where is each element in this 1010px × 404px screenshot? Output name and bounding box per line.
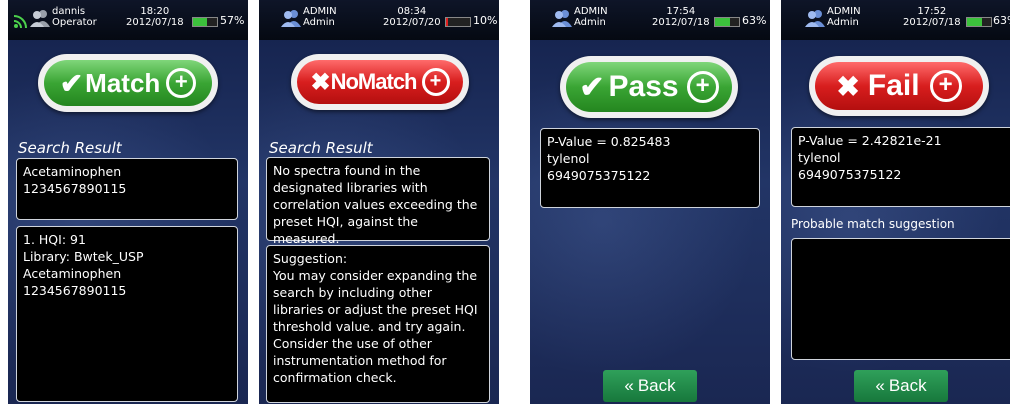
result-label: NoMatch (330, 69, 418, 94)
cross-icon: ✖ (310, 68, 331, 96)
user-icon (805, 10, 825, 27)
user-info: dannis Operator (52, 6, 97, 28)
check-icon: ✔ (579, 70, 605, 104)
screen-pass: ADMIN Admin 17:54 2012/07/18 63% ✔ Pass … (530, 0, 770, 404)
user-icon (281, 10, 301, 27)
date-text: 2012/07/18 (652, 17, 710, 28)
back-button[interactable]: « Back (603, 370, 697, 402)
check-icon: ✔ (59, 67, 84, 99)
battery-percent: 57% (220, 14, 245, 27)
fail-result-badge: ✖ Fail + (809, 56, 989, 116)
time-text: 17:54 (666, 6, 696, 17)
result-label: Fail (867, 69, 920, 102)
back-button[interactable]: « Back (854, 370, 948, 402)
wifi-icon (14, 15, 27, 28)
plus-icon: + (686, 71, 719, 103)
datetime: 18:20 2012/07/18 (126, 6, 184, 28)
battery-fill (446, 18, 449, 26)
battery-fill (193, 18, 207, 26)
battery-icon (445, 17, 471, 27)
battery-fill (967, 18, 983, 26)
back-label: Back (637, 376, 676, 395)
result-label: Match (85, 67, 161, 98)
date-text: 2012/07/18 (903, 17, 961, 28)
user-icon (552, 10, 572, 27)
status-bar: ADMIN Admin 17:52 2012/07/18 63% (781, 0, 1010, 40)
date-text: 2012/07/20 (383, 17, 441, 28)
user-role: Admin (827, 17, 859, 28)
match-result-badge: ✔ Match + (38, 54, 218, 112)
time-text: 17:52 (917, 6, 947, 17)
date-text: 2012/07/18 (126, 17, 184, 28)
datetime: 17:54 2012/07/18 (652, 6, 710, 28)
user-name: ADMIN (827, 6, 861, 17)
user-role: Admin (574, 17, 606, 28)
screen-match: dannis Operator 18:20 2012/07/18 57% ✔ M… (8, 0, 248, 404)
suggestion-box (791, 238, 1010, 360)
datetime: 17:52 2012/07/18 (903, 6, 961, 28)
back-label: Back (888, 376, 927, 395)
screen-fail: ADMIN Admin 17:52 2012/07/18 63% ✖ Fail … (781, 0, 1010, 404)
pvalue-box: P-Value = 0.825483 tylenol 6949075375122 (540, 128, 760, 208)
plus-icon: + (166, 68, 197, 98)
battery-fill (715, 18, 731, 26)
time-text: 18:20 (140, 6, 170, 17)
result-detail-box: 1. HQI: 91 Library: Bwtek_USP Acetaminop… (16, 226, 238, 402)
suggestion-box: Suggestion: You may consider expanding t… (266, 245, 490, 403)
double-chevron-left-icon: « (624, 376, 634, 395)
result-summary-box: Acetaminophen 1234567890115 (16, 158, 238, 220)
user-info: ADMIN Admin (574, 6, 608, 28)
user-name: ADMIN (574, 6, 608, 17)
double-chevron-left-icon: « (875, 376, 885, 395)
section-title: Search Result (269, 139, 373, 157)
battery-icon (192, 17, 218, 27)
nomatch-result-badge: ✖ NoMatch + (291, 54, 469, 110)
pvalue-box: P-Value = 2.42821e-21 tylenol 6949075375… (791, 127, 1010, 207)
status-bar: dannis Operator 18:20 2012/07/18 57% (8, 0, 248, 40)
cross-icon: ✖ (836, 70, 860, 102)
datetime: 08:34 2012/07/20 (383, 6, 441, 28)
battery-percent: 10% (473, 14, 498, 27)
user-name: dannis (52, 6, 86, 17)
user-role: Admin (303, 17, 335, 28)
time-text: 08:34 (397, 6, 427, 17)
user-role: Operator (52, 17, 97, 28)
user-info: ADMIN Admin (827, 6, 861, 28)
section-title: Search Result (18, 139, 122, 157)
screen-nomatch: ADMIN Admin 08:34 2012/07/20 10% ✖ NoMat… (259, 0, 499, 404)
pass-result-badge: ✔ Pass + (560, 56, 738, 118)
status-bar: ADMIN Admin 17:54 2012/07/18 63% (530, 0, 770, 40)
plus-icon: + (421, 68, 450, 96)
user-icon (30, 10, 50, 27)
status-bar: ADMIN Admin 08:34 2012/07/20 10% (259, 0, 499, 40)
result-message-box: No spectra found in the designated libra… (266, 157, 490, 246)
user-info: ADMIN Admin (303, 6, 337, 28)
plus-icon: + (929, 70, 962, 102)
user-name: ADMIN (303, 6, 337, 17)
suggestion-label: Probable match suggestion (791, 217, 955, 231)
battery-icon (714, 17, 740, 27)
battery-icon (966, 17, 992, 27)
battery-percent: 63% (993, 14, 1010, 27)
battery-percent: 63% (742, 14, 767, 27)
result-label: Pass (608, 70, 679, 103)
